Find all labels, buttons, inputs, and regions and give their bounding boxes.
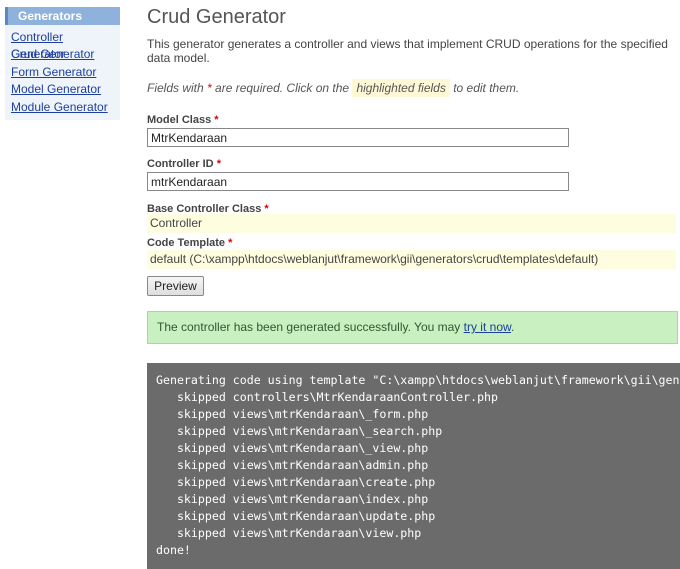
note-suffix: to edit them. xyxy=(449,81,520,95)
try-it-now-link[interactable]: try it now xyxy=(464,320,511,334)
note-highlight: highlighted fields xyxy=(352,79,450,97)
controller-id-label: Controller ID * xyxy=(147,158,221,170)
model-class-input[interactable] xyxy=(147,128,569,147)
log-line: skipped views\mtrKendaraan\admin.php xyxy=(156,458,429,472)
log-line: Generating code using template "C:\xampp… xyxy=(156,373,680,387)
log-text: Generating code using template "C:\xampp… xyxy=(147,363,680,559)
generation-log: Generating code using template "C:\xampp… xyxy=(147,363,680,569)
code-template-field[interactable]: default (C:\xampp\htdocs\weblanjut\frame… xyxy=(147,250,676,269)
base-controller-field[interactable]: Controller xyxy=(147,214,676,233)
model-class-label: Model Class * xyxy=(147,114,219,126)
sidebar-link-module-generator[interactable]: Module Generator xyxy=(11,100,108,114)
sidebar-link-crud-generator[interactable]: Crud Generator xyxy=(11,47,94,61)
code-template-label: Code Template * xyxy=(147,237,232,249)
code-template-label-text: Code Template xyxy=(147,237,226,249)
controller-id-input[interactable] xyxy=(147,172,569,191)
required-marker: * xyxy=(214,114,219,126)
note-prefix: Fields with xyxy=(147,81,208,95)
log-line: skipped views\mtrKendaraan\create.php xyxy=(156,475,436,489)
sidebar-item: Module Generator xyxy=(11,99,120,116)
sidebar-item: Form Generator xyxy=(11,64,120,81)
log-line: skipped views\mtrKendaraan\_form.php xyxy=(156,407,429,421)
log-line: done! xyxy=(156,543,191,557)
log-line: skipped views\mtrKendaraan\view.php xyxy=(156,526,422,540)
log-line: skipped views\mtrKendaraan\index.php xyxy=(156,492,429,506)
log-line: skipped views\mtrKendaraan\_view.php xyxy=(156,441,429,455)
sidebar-item: Model Generator xyxy=(11,81,120,98)
success-text: The controller has been generated succes… xyxy=(157,320,464,334)
model-class-label-text: Model Class xyxy=(147,114,212,126)
required-note: Fields with * are required. Click on the… xyxy=(147,79,520,97)
required-marker: * xyxy=(216,158,221,170)
required-marker: * xyxy=(228,237,233,249)
preview-button[interactable]: Preview xyxy=(147,276,204,296)
generator-sidebar: Generators Controller Generator Crud Gen… xyxy=(5,7,120,120)
success-end: . xyxy=(511,320,515,334)
page-description: This generator generates a controller an… xyxy=(147,37,668,65)
log-line: skipped controllers\MtrKendaraanControll… xyxy=(156,390,499,404)
success-message: The controller has been generated succes… xyxy=(147,311,678,344)
note-middle: are required. Click on the xyxy=(211,81,353,95)
page-title: Crud Generator xyxy=(147,6,286,28)
sidebar-item: Crud Generator xyxy=(11,46,120,63)
sidebar-link-model-generator[interactable]: Model Generator xyxy=(11,82,101,96)
generator-list: Controller Generator Crud Generator Form… xyxy=(5,25,120,116)
controller-id-label-text: Controller ID xyxy=(147,158,214,170)
sidebar-item: Controller Generator xyxy=(11,29,120,61)
sidebar-link-form-generator[interactable]: Form Generator xyxy=(11,65,96,79)
sidebar-header: Generators xyxy=(5,7,120,25)
log-line: skipped views\mtrKendaraan\update.php xyxy=(156,509,436,523)
log-line: skipped views\mtrKendaraan\_search.php xyxy=(156,424,443,438)
